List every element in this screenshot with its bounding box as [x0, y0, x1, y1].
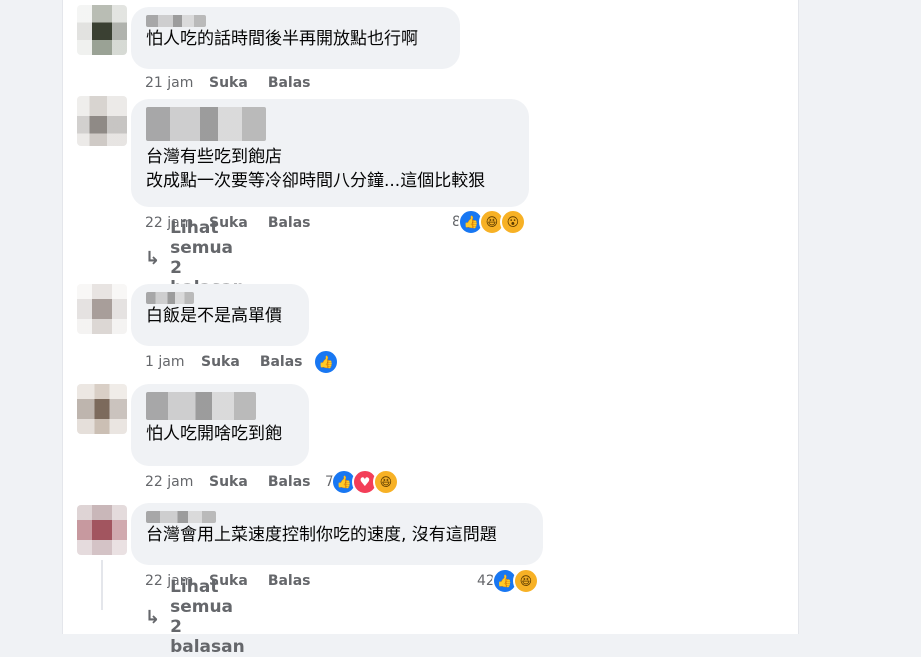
- reply-arrow-icon: ↳: [145, 247, 161, 269]
- reply-button[interactable]: Balas: [268, 573, 311, 589]
- reply-button[interactable]: Balas: [268, 474, 311, 490]
- author-name-blurred[interactable]: [146, 511, 216, 523]
- comment-bubble: 白飯是不是高單價: [131, 284, 309, 346]
- reply-button[interactable]: Balas: [260, 354, 303, 370]
- comment-meta: 1 jam Suka Balas: [145, 352, 323, 372]
- timestamp[interactable]: 1 jam: [145, 354, 201, 370]
- comment-bubble: 怕人吃開啥吃到飽: [131, 384, 309, 466]
- like-button[interactable]: Suka: [201, 354, 240, 370]
- comment-text: 台灣會用上菜速度控制你吃的速度, 沒有這問題: [146, 525, 497, 545]
- comment-meta: 22 jam Suka Balas: [145, 472, 331, 492]
- comment-text: 怕人吃的話時間後半再開放點也行啊: [146, 29, 418, 49]
- reaction-summary[interactable]: 👍: [313, 349, 339, 375]
- author-name-blurred[interactable]: [146, 15, 206, 27]
- comment-text: 台灣有些吃到飽店 改成點一次要等冷卻時間八分鐘...這個比較狠: [146, 147, 486, 191]
- author-name-blurred[interactable]: [146, 107, 266, 141]
- timestamp[interactable]: 21 jam: [145, 75, 209, 91]
- view-replies-label: Lihat semua 2 balasan: [170, 577, 245, 657]
- reaction-summary[interactable]: 42 👍 😆: [477, 568, 539, 594]
- author-name-blurred[interactable]: [146, 392, 256, 420]
- comment-bubble: 台灣有些吃到飽店 改成點一次要等冷卻時間八分鐘...這個比較狠: [131, 99, 529, 207]
- avatar[interactable]: [77, 284, 127, 334]
- haha-icon: 😆: [372, 469, 399, 495]
- comment-text: 怕人吃開啥吃到飽: [146, 424, 282, 444]
- avatar[interactable]: [77, 96, 127, 146]
- reply-button[interactable]: Balas: [268, 215, 311, 231]
- like-button[interactable]: Suka: [209, 474, 248, 490]
- comment-text: 白飯是不是高單價: [146, 306, 282, 326]
- haha-icon: 😆: [512, 568, 539, 594]
- like-button[interactable]: Suka: [209, 75, 248, 91]
- avatar[interactable]: [77, 384, 127, 434]
- comment-meta: 21 jam Suka Balas: [145, 73, 331, 93]
- avatar[interactable]: [77, 5, 127, 55]
- view-replies-link[interactable]: ↳ Lihat semua 2 balasan: [145, 577, 245, 657]
- comment-bubble: 怕人吃的話時間後半再開放點也行啊: [131, 7, 460, 69]
- reaction-summary[interactable]: 8 👍 😆 😮: [452, 209, 526, 235]
- like-icon: 👍: [313, 349, 339, 375]
- reaction-summary[interactable]: 7 👍 ♥ 😆: [325, 469, 399, 495]
- reply-arrow-icon: ↳: [145, 606, 161, 628]
- thread-line: [101, 560, 103, 610]
- author-name-blurred[interactable]: [146, 292, 194, 304]
- reply-button[interactable]: Balas: [268, 75, 311, 91]
- wow-icon: 😮: [499, 209, 526, 235]
- avatar[interactable]: [77, 505, 127, 555]
- view-replies-link[interactable]: ↳ Lihat semua 2 balasan: [145, 218, 245, 298]
- comment-bubble: 台灣會用上菜速度控制你吃的速度, 沒有這問題: [131, 503, 543, 565]
- timestamp[interactable]: 22 jam: [145, 474, 209, 490]
- comments-panel: 怕人吃的話時間後半再開放點也行啊 21 jam Suka Balas 台灣有些吃…: [62, 0, 799, 657]
